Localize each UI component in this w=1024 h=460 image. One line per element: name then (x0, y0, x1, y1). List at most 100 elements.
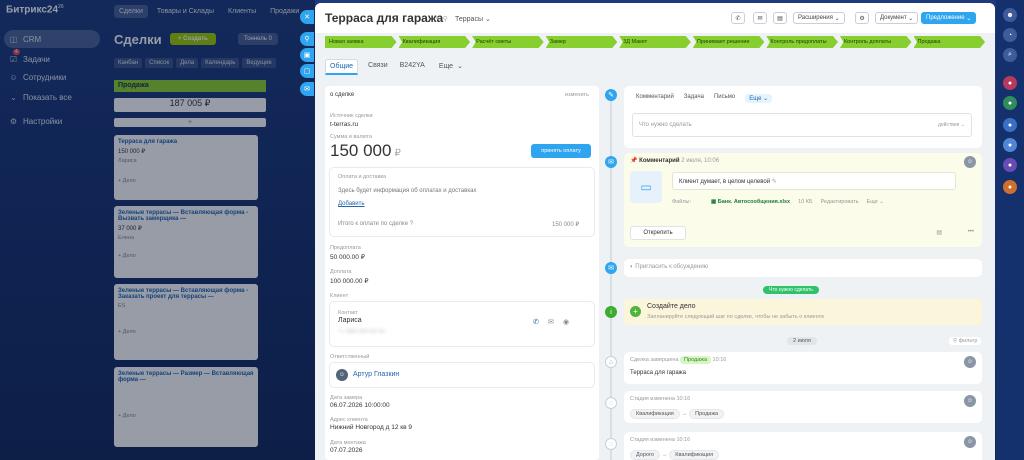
kanban-stage-sum: 187 005 ₽ (114, 98, 266, 112)
edit-icon[interactable]: ✎ ⚲ (435, 15, 448, 23)
chat-icon[interactable]: ✉ (300, 82, 314, 96)
chat-icon: ✉ (605, 262, 617, 274)
document-button[interactable]: Документ ⌄ (875, 12, 919, 24)
more-icon[interactable]: ••• (968, 229, 974, 235)
tab-email[interactable]: Письмо (714, 94, 735, 103)
avatar-icon[interactable]: ☻ (1003, 8, 1017, 22)
app-icon[interactable]: ● (1003, 138, 1017, 152)
unpin-button[interactable]: Открепить (630, 226, 686, 240)
tab-comment[interactable]: Комментарий (636, 94, 674, 103)
avatar: ☺ (964, 156, 976, 168)
stage-step[interactable]: Принимает решение (692, 36, 765, 48)
tab-task[interactable]: Задача (684, 94, 704, 103)
accept-payment-button[interactable]: принять оплату (531, 144, 591, 158)
deal-title: Терраса для гаража (325, 11, 444, 25)
tab-goods[interactable]: Товары и Склады (152, 5, 219, 18)
chat-icon[interactable]: ◉ (563, 318, 569, 326)
add-icon[interactable]: + (630, 306, 641, 317)
tab-sales[interactable]: Продажи (265, 5, 304, 18)
link-icon[interactable]: ⚲ (300, 32, 314, 46)
kanban-card[interactable]: Зеленые террасы — Вставляющая форма - За… (114, 284, 258, 360)
comment-node-icon: ✎ (605, 89, 617, 101)
app-icon[interactable]: ● (1003, 76, 1017, 90)
view-calendar[interactable]: Календарь (201, 58, 240, 68)
stage-step[interactable]: 3Д Макет (619, 36, 691, 48)
app-icon[interactable]: ● (1003, 158, 1017, 172)
tab-general[interactable]: Общие (325, 59, 359, 75)
view-activities[interactable]: Дела (176, 58, 199, 68)
doc-icon[interactable]: ▤ (773, 12, 787, 24)
create-button[interactable]: + Создать (170, 33, 216, 45)
tab-more[interactable]: Еще ⌄ (435, 59, 465, 75)
stage-step[interactable]: Контроль доплаты (839, 36, 912, 48)
app-icon[interactable]: ● (1003, 96, 1017, 110)
mount-date: 07.07.2026 (330, 447, 363, 454)
add-payment-link[interactable]: Добавить (338, 201, 365, 207)
edit-file-link[interactable]: Редактировать (821, 199, 859, 205)
more-link[interactable]: Еще ⌄ (867, 199, 884, 205)
view-leads[interactable]: Ведущие (242, 58, 276, 68)
notifications-icon[interactable]: ◔ (1003, 28, 1017, 42)
discuss-input[interactable]: ◐ Пригласить к обсуждению (624, 259, 982, 277)
tasks-icon: ☑ (9, 54, 18, 64)
left-sidebar: Битрикс2426 ◫ CRM ☑ 4 Задачи ☺ Сотрудники ⌄ П… (0, 0, 108, 460)
minimize-icon[interactable]: ▢ (300, 64, 314, 78)
menu-item-people[interactable]: ☺ Сотрудники (4, 68, 100, 86)
menu-item-settings[interactable]: ⚙ Настройки (4, 112, 100, 130)
file-link[interactable]: ▦ Банк. Автосообщения.xlsx (711, 199, 790, 205)
stage-step[interactable]: Замер (545, 36, 618, 48)
timeline-event: Стадия изменена 10:16 Дорого → Квалифика… (624, 432, 982, 460)
tab-b242ya[interactable]: B242YA (398, 59, 427, 75)
deal-source: t-terras.ru (330, 121, 359, 128)
view-kanban[interactable]: Канбан (114, 58, 143, 68)
kanban-card[interactable]: Терраса для гаража 150 000 ₽ Лариса + Де… (114, 135, 258, 200)
actions-dropdown[interactable]: действия ⌄ (938, 122, 965, 128)
phone-icon[interactable]: ✆ (533, 318, 539, 326)
app-icon[interactable]: ● (1003, 180, 1017, 194)
extra-value: 100 000.00 ₽ (330, 278, 369, 285)
tab-links[interactable]: Связи (366, 59, 390, 75)
kanban-add-card[interactable]: + (114, 118, 266, 127)
offer-button[interactable]: Предложение ⌄ (921, 12, 977, 24)
stage-step[interactable]: Новая заявка (325, 36, 397, 48)
stage-step[interactable]: Расчёт сметы (472, 36, 544, 48)
note-icon[interactable]: ▤ (936, 229, 942, 236)
tab-deals[interactable]: Сделки (114, 4, 148, 18)
responsible-name[interactable]: Артур Глазкин (353, 371, 399, 378)
stage-step[interactable]: Контроль предоплаты (766, 36, 838, 48)
window-icon[interactable]: ▣ (300, 48, 314, 62)
app-icon[interactable]: ● (1003, 118, 1017, 132)
deal-category[interactable]: Террасы ⌄ (455, 15, 491, 23)
contact-name[interactable]: Лариса (338, 317, 362, 324)
tab-more[interactable]: Еще ⌄ (745, 94, 773, 103)
close-icon[interactable]: ✕ (300, 10, 314, 24)
kanban-card[interactable]: Зеленые террасы — Размер — Вставляющая ф… (114, 367, 258, 447)
filter-button[interactable]: ⚲ фильтр (949, 337, 982, 345)
extensions-button[interactable]: Расширения ⌄ (793, 12, 845, 24)
deal-tabs: Общие Связи B242YA Еще ⌄ (325, 59, 465, 75)
mail-icon[interactable]: ✉ (548, 318, 554, 326)
stage-step[interactable]: Продажа (913, 36, 986, 48)
event-node-icon: ◌ (605, 397, 617, 409)
avatar: ☺ (336, 369, 348, 381)
kanban-card[interactable]: Зеленые террасы — Вставляющая форма - Вы… (114, 206, 258, 278)
menu-item-tasks[interactable]: ☑ 4 Задачи (4, 49, 100, 68)
funnel-button[interactable]: Тоннель 0 (238, 33, 278, 45)
contact-phone: +7 999 000 00 00 (338, 329, 385, 335)
deal-header: Терраса для гаража ✎ ⚲ Террасы ⌄ ✆ ✉ ▤ Р… (315, 3, 995, 33)
search-icon[interactable]: ⌕ (1003, 48, 1017, 62)
edit-link[interactable]: изменить (565, 92, 589, 98)
edit-icon[interactable]: ✎ (772, 179, 777, 185)
app-logo[interactable]: Битрикс2426 (6, 4, 64, 15)
phone-icon[interactable]: ✆ (731, 12, 745, 24)
todo-input[interactable]: Что нужно сделать действия ⌄ (632, 113, 972, 137)
gear-icon[interactable]: ⚙ (855, 12, 869, 24)
timeline-event: Сделка завершена Продажа 10:16 Терраса д… (624, 352, 982, 384)
tab-clients[interactable]: Клиенты (223, 5, 261, 18)
avatar: ☺ (964, 436, 976, 448)
view-list[interactable]: Список (145, 58, 174, 68)
stage-step[interactable]: Квалификация (398, 36, 471, 48)
mail-icon[interactable]: ✉ (753, 12, 767, 24)
menu-item-crm[interactable]: ◫ CRM (4, 30, 100, 48)
menu-show-all[interactable]: ⌄ Показать все (4, 88, 100, 106)
